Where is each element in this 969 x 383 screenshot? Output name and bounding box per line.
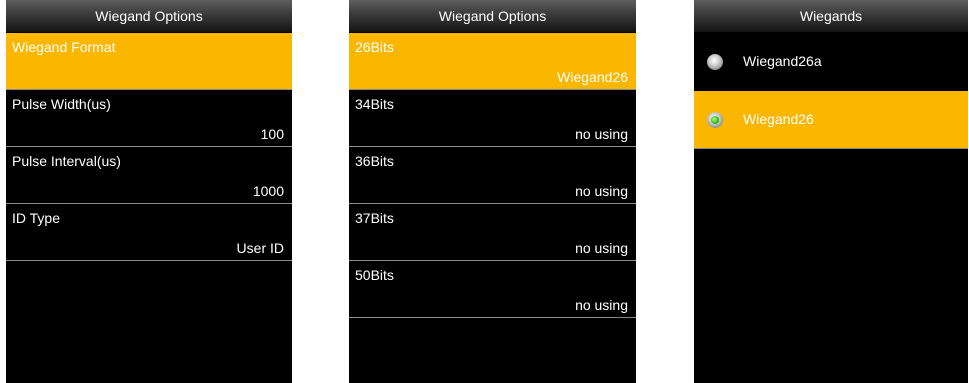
menu-item-pulse-interval[interactable]: Pulse Interval(us) 1000 xyxy=(6,147,292,204)
wiegand-format-screen: Wiegand Options 26Bits Wiegand26 34Bits … xyxy=(349,0,636,383)
menu-item-value: Wiegand26 xyxy=(557,69,628,85)
wiegands-screen: Wiegands Wiegand26a Wiegand26 xyxy=(694,0,968,383)
menu-item-value: 1000 xyxy=(252,183,284,199)
menu-item-value: 100 xyxy=(260,126,284,142)
radio-option-wiegand26[interactable]: Wiegand26 xyxy=(694,91,968,149)
radio-unselected-icon[interactable] xyxy=(707,54,723,70)
menu-item-label: 50Bits xyxy=(355,267,394,283)
menu-item-id-type[interactable]: ID Type User ID xyxy=(6,204,292,261)
screen-title: Wiegands xyxy=(694,0,968,33)
menu-item-label: 37Bits xyxy=(355,210,394,226)
screen-title: Wiegand Options xyxy=(6,0,292,33)
radio-selected-icon[interactable] xyxy=(707,112,723,128)
wiegand-options-screen: Wiegand Options Wiegand Format Pulse Wid… xyxy=(6,0,292,383)
menu-item-36bits[interactable]: 36Bits no using xyxy=(349,147,636,204)
radio-option-label: Wiegand26 xyxy=(743,111,814,127)
menu-item-value: no using xyxy=(575,240,628,256)
menu-item-value: no using xyxy=(575,297,628,313)
menu-item-label: Pulse Width(us) xyxy=(12,96,111,112)
menu-item-label: ID Type xyxy=(12,210,60,226)
menu-item-26bits[interactable]: 26Bits Wiegand26 xyxy=(349,33,636,90)
menu-item-value: no using xyxy=(575,183,628,199)
radio-dot-icon xyxy=(711,116,719,124)
menu-item-label: Pulse Interval(us) xyxy=(12,153,121,169)
radio-option-wiegand26a[interactable]: Wiegand26a xyxy=(694,33,968,91)
menu-item-37bits[interactable]: 37Bits no using xyxy=(349,204,636,261)
radio-option-label: Wiegand26a xyxy=(743,53,822,69)
menu-item-50bits[interactable]: 50Bits no using xyxy=(349,261,636,318)
menu-item-label: 34Bits xyxy=(355,96,394,112)
menu-item-value: no using xyxy=(575,126,628,142)
menu-item-pulse-width[interactable]: Pulse Width(us) 100 xyxy=(6,90,292,147)
menu-item-label: Wiegand Format xyxy=(12,39,116,55)
menu-item-wiegand-format[interactable]: Wiegand Format xyxy=(6,33,292,90)
menu-item-label: 26Bits xyxy=(355,39,394,55)
menu-item-value: User ID xyxy=(236,240,284,256)
menu-item-34bits[interactable]: 34Bits no using xyxy=(349,90,636,147)
menu-item-label: 36Bits xyxy=(355,153,394,169)
screen-title: Wiegand Options xyxy=(349,0,636,33)
